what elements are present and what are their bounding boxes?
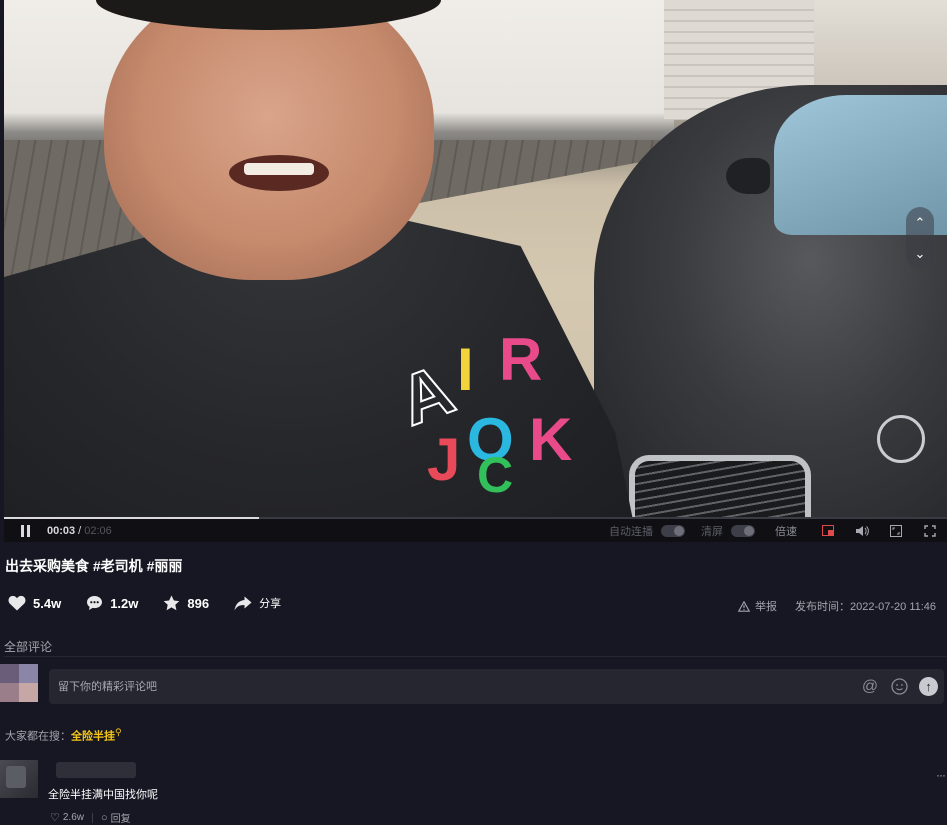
comment-avatar[interactable] [0,760,38,798]
favorite-button[interactable]: 896 [163,595,209,611]
trending-prefix: 大家都在搜： [5,730,71,743]
comment-like-button[interactable]: ♡ 2.6w [50,811,84,824]
reply-label: 回复 [110,814,131,825]
video-frame-teeth [244,163,314,175]
video-frame-mirror [726,158,770,194]
comment-actions: ♡ 2.6w ○ 回复 [50,810,131,825]
comment-like-count: 2.6w [62,812,84,823]
video-title: 出去采购美食 #老司机 #丽丽 [5,558,183,574]
trending-term[interactable]: 全险半挂 [71,731,115,743]
like-button[interactable]: 5.4w [8,595,61,611]
share-label: 分享 [259,598,282,610]
current-time: 00:03 [47,524,76,537]
video-frame-face [104,0,434,280]
volume-icon[interactable] [855,524,869,538]
reply-button[interactable]: ○ 回复 [101,810,131,825]
report-button[interactable]: 举报 [738,598,777,614]
reply-icon: ○ [101,811,108,824]
comment-input[interactable] [49,679,861,694]
avatar [0,664,38,702]
clear-screen-toggle[interactable] [731,524,755,537]
video-player[interactable]: A I R J O C K [4,0,947,517]
report-label: 举报 [755,601,777,613]
comment-icon [87,596,103,610]
like-count: 5.4w [33,595,62,611]
trending-search: 大家都在搜：全险半挂⚲ [5,727,122,744]
chevron-down-icon[interactable]: ⌄ [915,246,926,262]
share-button[interactable]: 分享 [234,595,281,611]
chevron-up-icon[interactable]: ⌃ [915,215,926,231]
web-fullscreen-icon[interactable] [889,524,903,538]
share-icon [234,596,252,610]
warning-icon [738,600,750,612]
shirt-letter: I [457,336,474,403]
autoplay-toggle[interactable] [661,524,685,537]
divider [4,656,947,657]
publish-time: 发布时间：2022-07-20 11:46 [795,601,937,613]
duration: 02:06 [84,524,112,537]
autoplay-label: 自动连播 [609,525,653,538]
comment-text: 全险半挂满中国找你呢 [48,789,158,801]
search-icon: ⚲ [115,727,122,737]
send-icon[interactable]: ↑ [919,677,938,696]
action-bar: 5.4w 1.2w 896 分享 [8,595,306,611]
star-icon [164,595,180,611]
time-separator: / [78,524,82,537]
shirt-letter: R [499,326,543,393]
heart-icon: ♡ [50,812,60,824]
emoji-icon[interactable] [890,678,908,696]
pause-icon[interactable] [21,524,33,537]
separator [92,812,93,823]
heart-icon [8,595,26,611]
comment-count: 1.2w [110,595,139,611]
speed-button[interactable]: 倍速 [775,523,797,539]
shirt-letter: A [388,349,464,442]
comments-heading: 全部评论 [4,640,53,654]
shirt-print: A I R J O C K [388,326,599,517]
video-frame-emblem [877,415,925,463]
comment-button[interactable]: 1.2w [86,595,138,611]
player-controls: 00:03 / 02:06 自动连播 清屏 倍速 [4,517,947,542]
pip-icon[interactable] [821,524,835,538]
fullscreen-icon[interactable] [923,524,937,538]
shirt-letter: J [427,426,461,493]
favorite-count: 896 [187,595,210,611]
clear-screen-label: 清屏 [701,525,723,538]
comment-input-box: @ ↑ [49,669,944,704]
shirt-letter: C [477,447,514,503]
post-meta: 举报 发布时间：2022-07-20 11:46 [738,598,936,614]
comment-username-blurred [56,762,136,778]
more-options-icon[interactable]: ··· [936,768,946,782]
video-frame-grille [629,455,811,517]
at-icon[interactable]: @ [861,678,879,696]
shirt-letter: K [529,406,573,473]
video-switch-nav: ⌃ ⌄ [906,207,934,269]
